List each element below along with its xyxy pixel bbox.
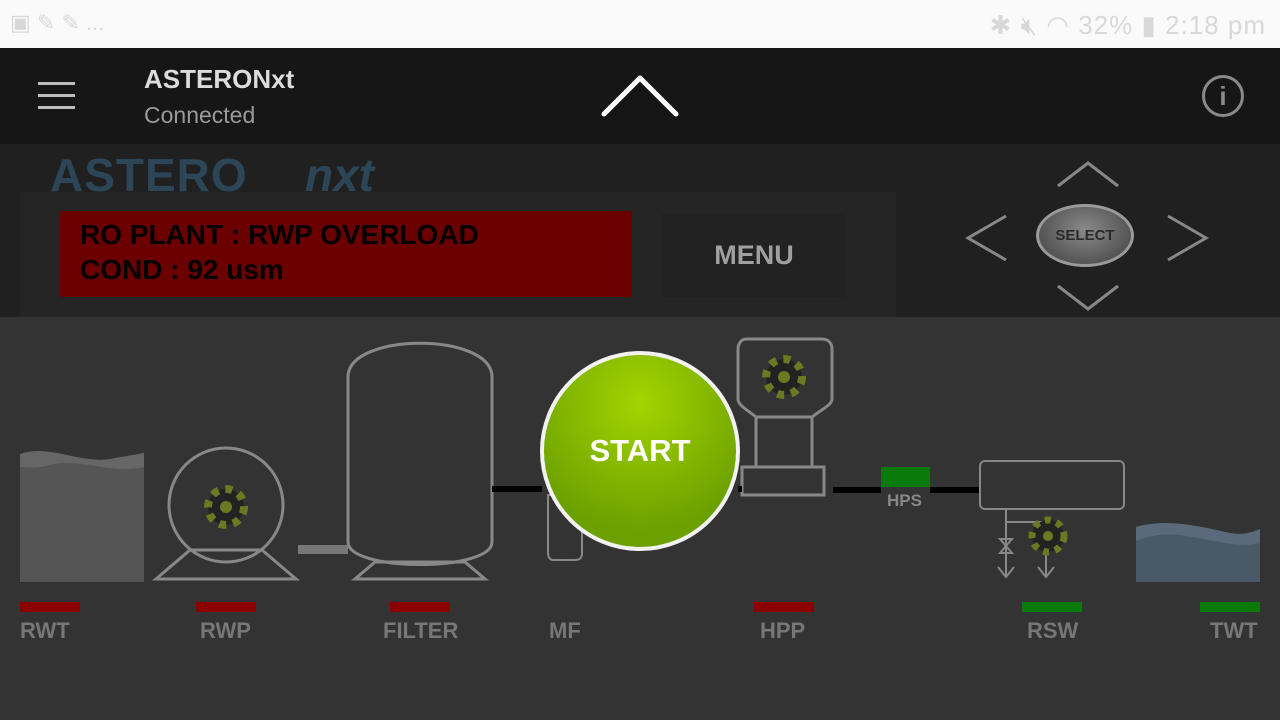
pipe-mf-hpp: [738, 486, 742, 492]
clock: 2:18 pm: [1165, 10, 1266, 40]
hpp-status-indicator: [754, 602, 814, 612]
astero-logo: ASTERO nxt: [50, 149, 376, 196]
mute-icon: 🔇︎: [1020, 10, 1039, 40]
alarm-line-1: RO PLANT : RWP OVERLOAD: [80, 219, 479, 250]
mf-label: MF: [549, 618, 581, 643]
treated-water-tank: [1136, 523, 1260, 582]
status-indicators: ✱ 🔇︎ ◠ 32% ▮ 2:18 pm: [990, 10, 1266, 42]
pipe-hpp-hps: [833, 487, 881, 493]
nav-right-icon[interactable]: [1164, 214, 1210, 264]
battery-icon: ▮: [1141, 10, 1157, 40]
select-button[interactable]: SELECT: [1036, 204, 1134, 267]
filter-status-indicator: [390, 602, 450, 612]
nav-left-icon[interactable]: [964, 214, 1010, 264]
rsw-label: RSW: [1027, 618, 1079, 643]
nav-down-icon[interactable]: [1056, 284, 1120, 312]
hpp-label: HPP: [760, 618, 806, 643]
app-title: ASTERONxt: [144, 64, 295, 94]
pressure-filter: [346, 341, 494, 581]
hps-indicator: [881, 467, 930, 487]
alarm-message-box: RO PLANT : RWP OVERLOAD COND : 92 usm: [60, 211, 632, 297]
svg-text:ASTERO: ASTERO: [50, 149, 248, 196]
bluetooth-icon: ✱: [989, 10, 1013, 40]
pipe-rwp-filter: [298, 545, 348, 554]
menu-button[interactable]: MENU: [662, 213, 846, 297]
chevron-up-icon[interactable]: [600, 72, 680, 118]
rinse-valve: [997, 509, 1068, 579]
rsw-valve-icon: [1028, 516, 1068, 556]
info-icon[interactable]: i: [1202, 75, 1244, 117]
connection-status: Connected: [144, 102, 256, 128]
alarm-line-2: COND : 92 usm: [80, 254, 284, 285]
filter-label: FILTER: [383, 618, 459, 643]
svg-text:nxt: nxt: [305, 149, 376, 196]
rsw-status-indicator: [1022, 602, 1082, 612]
hamburger-menu-icon[interactable]: [38, 82, 75, 118]
rwt-label: RWT: [20, 618, 70, 643]
rwp-status-indicator: [196, 602, 256, 612]
pipe-filter-mf: [492, 486, 542, 492]
twt-label: TWT: [1210, 618, 1258, 643]
rwt-status-indicator: [20, 602, 80, 612]
rwp-label: RWP: [200, 618, 251, 643]
battery-percent: 32%: [1078, 10, 1134, 40]
high-pressure-pump: [736, 337, 834, 497]
rwp-motor-icon: [204, 485, 248, 529]
notification-icons: ▣ ✎ ✎ ...: [10, 10, 105, 35]
pipe-hps-ro: [930, 487, 980, 493]
raw-water-pump: [151, 446, 301, 581]
ro-membrane: [979, 460, 1125, 510]
status-bar: ▣ ✎ ✎ ... ✱ 🔇︎ ◠ 32% ▮ 2:18 pm: [0, 0, 1280, 48]
hps-label: HPS: [887, 491, 922, 510]
wifi-icon: ◠: [1046, 10, 1070, 40]
raw-water-tank: [20, 451, 144, 582]
nav-up-icon[interactable]: [1056, 160, 1120, 188]
start-button[interactable]: START: [540, 351, 740, 551]
twt-status-indicator: [1200, 602, 1260, 612]
hpp-motor-icon: [762, 355, 806, 399]
